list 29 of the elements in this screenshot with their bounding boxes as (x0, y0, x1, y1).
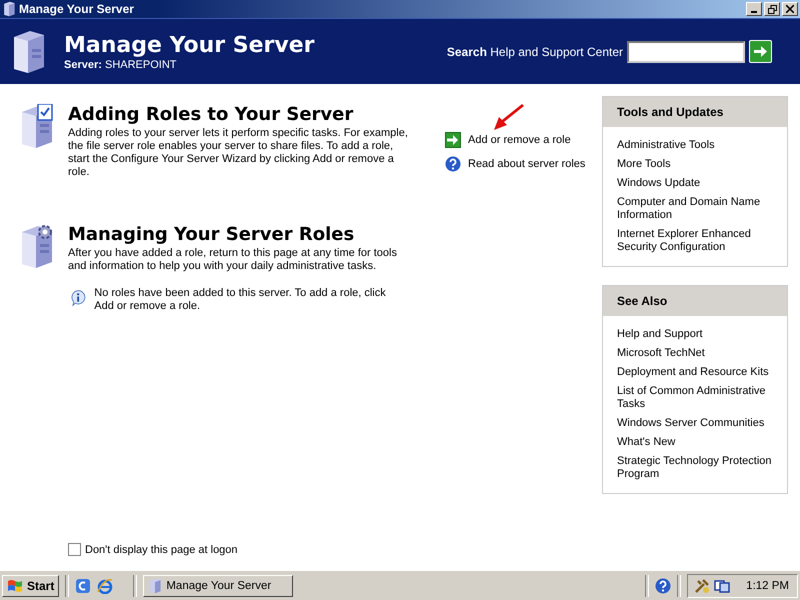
section-description: After you have added a role, return to this page at any time for tools and information to help you with your daily administrative tasks. (68, 247, 398, 273)
panel-link[interactable]: Windows Server Communities (617, 417, 773, 430)
window-title: Manage Your Server (19, 2, 135, 16)
info-message: No roles have been added to this server. To add a role, click Add or remove a role. (94, 287, 387, 313)
section-description: Adding roles to your server lets it perform specific tasks. For example, the file server role enables your server to share files. To add a role, start the Configure Your Server Wizard by clicking Add or remove a role. (68, 127, 409, 179)
panel-link[interactable]: What's New (617, 436, 773, 449)
panel-link[interactable]: More Tools (617, 158, 773, 171)
search-label: Search Help and Support Center (446, 44, 623, 58)
section-title: Managing Your Server Roles (68, 224, 356, 245)
panel-link[interactable]: List of Common Administrative Tasks (617, 385, 773, 411)
task-link[interactable]: Add or remove a role (468, 134, 571, 146)
clock: 1:12 PM (746, 580, 789, 592)
panel-link[interactable]: Strategic Technology Protection Program (617, 455, 773, 481)
panel-link[interactable]: Deployment and Resource Kits (617, 366, 773, 379)
page-title: Manage Your Server (64, 32, 316, 59)
taskbar-button[interactable]: Manage Your Server (143, 574, 294, 596)
panel-link[interactable]: Help and Support (617, 328, 773, 341)
panel-link[interactable]: Microsoft TechNet (617, 347, 773, 360)
start-button[interactable]: Start (2, 574, 60, 596)
panel-title: Tools and Updates (603, 97, 787, 127)
panel-link[interactable]: Internet Explorer Enhanced Security Configuration (617, 228, 773, 254)
server-name: Server: SHAREPOINT (64, 59, 178, 71)
section-title: Adding Roles to Your Server (68, 104, 354, 125)
task-link[interactable]: Read about server roles (468, 158, 586, 170)
checkbox-label[interactable]: Don't display this page at logon (85, 544, 238, 556)
panel-title: See Also (603, 286, 787, 316)
panel-link[interactable]: Windows Update (617, 177, 773, 190)
panel-link[interactable]: Administrative Tools (617, 139, 773, 152)
panel-link[interactable]: Computer and Domain Name Information (617, 196, 773, 222)
